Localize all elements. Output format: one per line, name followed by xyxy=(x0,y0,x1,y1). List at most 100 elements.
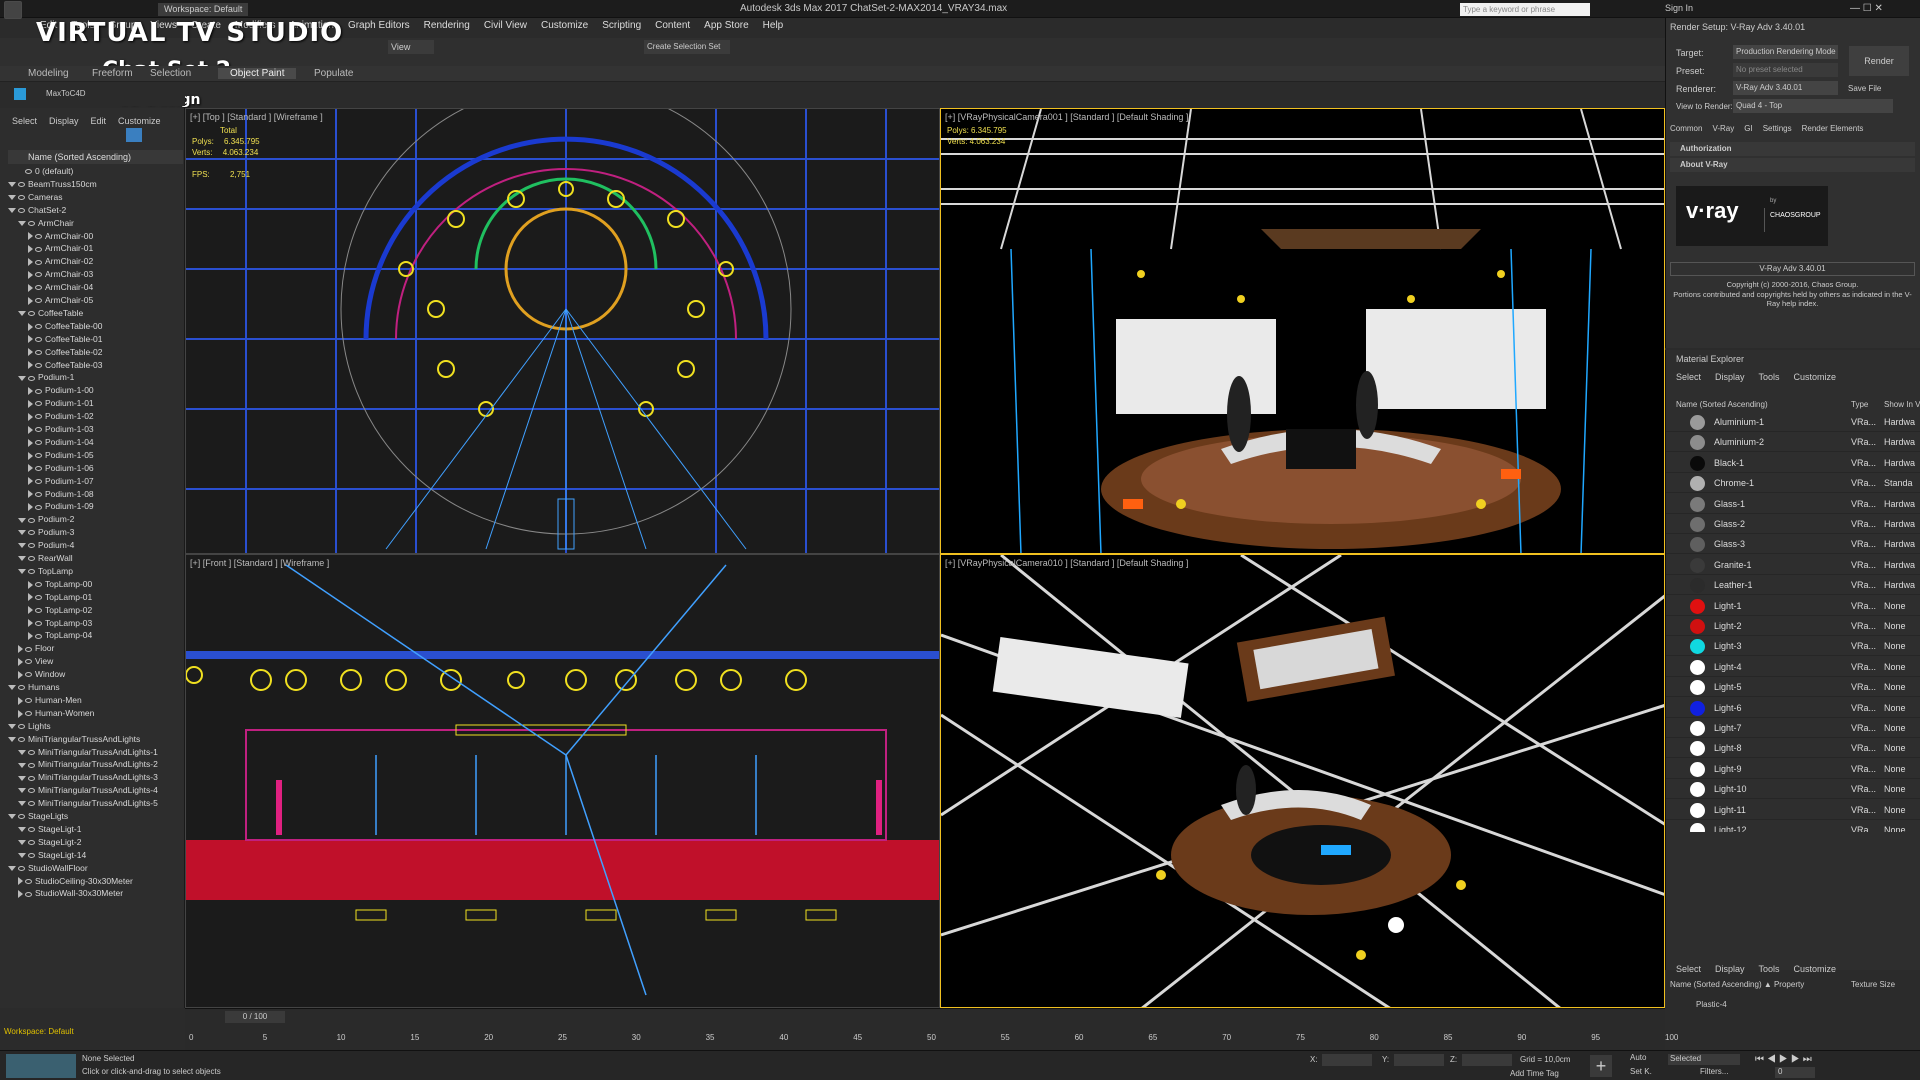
menu-item[interactable]: Scripting xyxy=(602,20,641,36)
material-row[interactable]: Light-11 VRa... None xyxy=(1666,800,1920,820)
expand-arrow-icon[interactable] xyxy=(8,195,16,201)
visibility-eye-icon[interactable] xyxy=(18,182,25,188)
visibility-eye-icon[interactable] xyxy=(35,491,42,497)
visibility-eye-icon[interactable] xyxy=(35,427,42,433)
expand-arrow-icon[interactable] xyxy=(18,657,23,666)
expand-arrow-icon[interactable] xyxy=(18,569,26,575)
viewport-camera-1[interactable]: [+] [VRayPhysicalCamera001 ] [Standard ]… xyxy=(940,108,1665,554)
tab-populate[interactable]: Populate xyxy=(314,68,353,79)
viewport-label[interactable]: [+] [VRayPhysicalCamera001 ] [Standard ]… xyxy=(945,112,1188,122)
material-row[interactable]: Light-5 VRa... None xyxy=(1666,677,1920,698)
scene-tree-item[interactable]: Podium-1-05 xyxy=(0,449,94,462)
visibility-eye-icon[interactable] xyxy=(18,736,25,742)
expand-arrow-icon[interactable] xyxy=(18,645,23,654)
render-button[interactable]: Render xyxy=(1849,46,1909,76)
material-show[interactable]: None xyxy=(1884,703,1906,713)
time-slider[interactable]: 0 / 100 xyxy=(225,1011,285,1023)
material-row[interactable]: Aluminium-2 VRa... Hardwa xyxy=(1666,432,1920,453)
scene-tree-item[interactable]: ArmChair-03 xyxy=(0,268,93,281)
visibility-eye-icon[interactable] xyxy=(35,620,42,626)
scene-tree-item[interactable]: StageLigt-14 xyxy=(0,849,86,862)
add-key-icon[interactable]: + xyxy=(1590,1055,1612,1077)
scene-tree-item[interactable]: Podium-1-03 xyxy=(0,423,94,436)
visibility-eye-icon[interactable] xyxy=(28,840,35,846)
scene-tree-item[interactable]: ArmChair-05 xyxy=(0,294,93,307)
visibility-eye-icon[interactable] xyxy=(28,311,35,317)
scene-header[interactable]: Name (Sorted Ascending) xyxy=(8,150,183,164)
visibility-eye-icon[interactable] xyxy=(28,530,35,536)
expand-arrow-icon[interactable] xyxy=(28,412,33,421)
visibility-eye-icon[interactable] xyxy=(28,775,35,781)
scene-tree-item[interactable]: Human-Men xyxy=(0,694,82,707)
visibility-eye-icon[interactable] xyxy=(25,891,32,897)
material-show[interactable]: Standa xyxy=(1884,478,1913,488)
scene-tree-item[interactable]: StageLigts xyxy=(0,810,68,823)
expand-arrow-icon[interactable] xyxy=(28,632,33,641)
scene-tree-item[interactable]: ChatSet-2 xyxy=(0,204,66,217)
expand-arrow-icon[interactable] xyxy=(18,788,26,794)
expand-arrow-icon[interactable] xyxy=(28,387,33,396)
material-show[interactable]: Hardwa xyxy=(1884,417,1915,427)
menu-item[interactable]: Rendering xyxy=(424,20,470,36)
expand-arrow-icon[interactable] xyxy=(28,490,33,499)
expand-arrow-icon[interactable] xyxy=(18,220,26,226)
add-time-tag[interactable]: Add Time Tag xyxy=(1510,1069,1559,1078)
sign-in-link[interactable]: Sign In xyxy=(1665,3,1693,13)
scene-tree-item[interactable]: Human-Women xyxy=(0,707,94,720)
visibility-eye-icon[interactable] xyxy=(28,762,35,768)
scene-tree-item[interactable]: Podium-1-06 xyxy=(0,462,94,475)
y-field[interactable] xyxy=(1394,1054,1444,1066)
visibility-eye-icon[interactable] xyxy=(25,698,32,704)
expand-arrow-icon[interactable] xyxy=(28,399,33,408)
visibility-eye-icon[interactable] xyxy=(35,440,42,446)
material-show[interactable]: None xyxy=(1884,621,1906,631)
lower-material-item[interactable]: Plastic-4 xyxy=(1696,1000,1727,1009)
scene-tree-item[interactable]: CoffeeTable xyxy=(0,307,83,320)
material-show[interactable]: Hardwa xyxy=(1884,519,1915,529)
reference-coord-dropdown[interactable]: View xyxy=(388,40,434,54)
expand-arrow-icon[interactable] xyxy=(28,245,33,254)
expand-arrow-icon[interactable] xyxy=(28,503,33,512)
material-show[interactable]: None xyxy=(1884,805,1906,815)
visibility-eye-icon[interactable] xyxy=(28,749,35,755)
visibility-eye-icon[interactable] xyxy=(18,723,25,729)
visibility-eye-icon[interactable] xyxy=(35,349,42,355)
scene-tree-item[interactable]: ArmChair xyxy=(0,217,74,230)
visibility-eye-icon[interactable] xyxy=(18,207,25,213)
scene-menu-item[interactable]: Edit xyxy=(91,116,107,126)
visibility-eye-icon[interactable] xyxy=(28,543,35,549)
set-key-button[interactable]: Set K. xyxy=(1630,1067,1652,1076)
expand-arrow-icon[interactable] xyxy=(28,348,33,357)
material-row[interactable]: Light-8 VRa... None xyxy=(1666,738,1920,759)
renderer-dropdown[interactable]: V-Ray Adv 3.40.01 xyxy=(1733,81,1838,95)
scene-tree-item[interactable]: CoffeeTable-01 xyxy=(0,333,103,346)
scene-tree-item[interactable]: Podium-1-08 xyxy=(0,488,94,501)
visibility-eye-icon[interactable] xyxy=(28,556,35,562)
visibility-eye-icon[interactable] xyxy=(25,646,32,652)
scene-tree-item[interactable]: MiniTriangularTrussAndLights xyxy=(0,733,140,746)
visibility-eye-icon[interactable] xyxy=(35,324,42,330)
playback-controls[interactable]: ⏮◀▶▶⏭ xyxy=(1755,1054,1815,1065)
material-show[interactable]: Hardwa xyxy=(1884,539,1915,549)
expand-arrow-icon[interactable] xyxy=(8,182,16,188)
visibility-eye-icon[interactable] xyxy=(35,233,42,239)
visibility-eye-icon[interactable] xyxy=(35,633,42,639)
scene-tree-item[interactable]: Lights xyxy=(0,720,51,733)
material-menu-item[interactable]: Display xyxy=(1715,964,1745,974)
scene-tree-item[interactable]: Podium-1-00 xyxy=(0,384,94,397)
auto-key-button[interactable]: Auto xyxy=(1630,1053,1646,1062)
render-tab[interactable]: Settings xyxy=(1763,124,1792,133)
scene-tree-item[interactable]: ArmChair-02 xyxy=(0,255,93,268)
visibility-eye-icon[interactable] xyxy=(35,285,42,291)
scene-tree-item[interactable]: Podium-3 xyxy=(0,526,74,539)
maxscript-listener-icon[interactable] xyxy=(6,1054,76,1078)
visibility-eye-icon[interactable] xyxy=(18,195,25,201)
material-row[interactable]: Glass-1 VRa... Hardwa xyxy=(1666,494,1920,514)
expand-arrow-icon[interactable] xyxy=(18,670,23,679)
scene-tree-item[interactable]: Podium-1-09 xyxy=(0,500,94,513)
scene-tree-item[interactable]: Humans xyxy=(0,681,60,694)
visibility-eye-icon[interactable] xyxy=(35,401,42,407)
tab-modeling[interactable]: Modeling xyxy=(28,68,69,79)
material-row[interactable]: Light-12 VRa... None xyxy=(1666,820,1920,832)
x-field[interactable] xyxy=(1322,1054,1372,1066)
